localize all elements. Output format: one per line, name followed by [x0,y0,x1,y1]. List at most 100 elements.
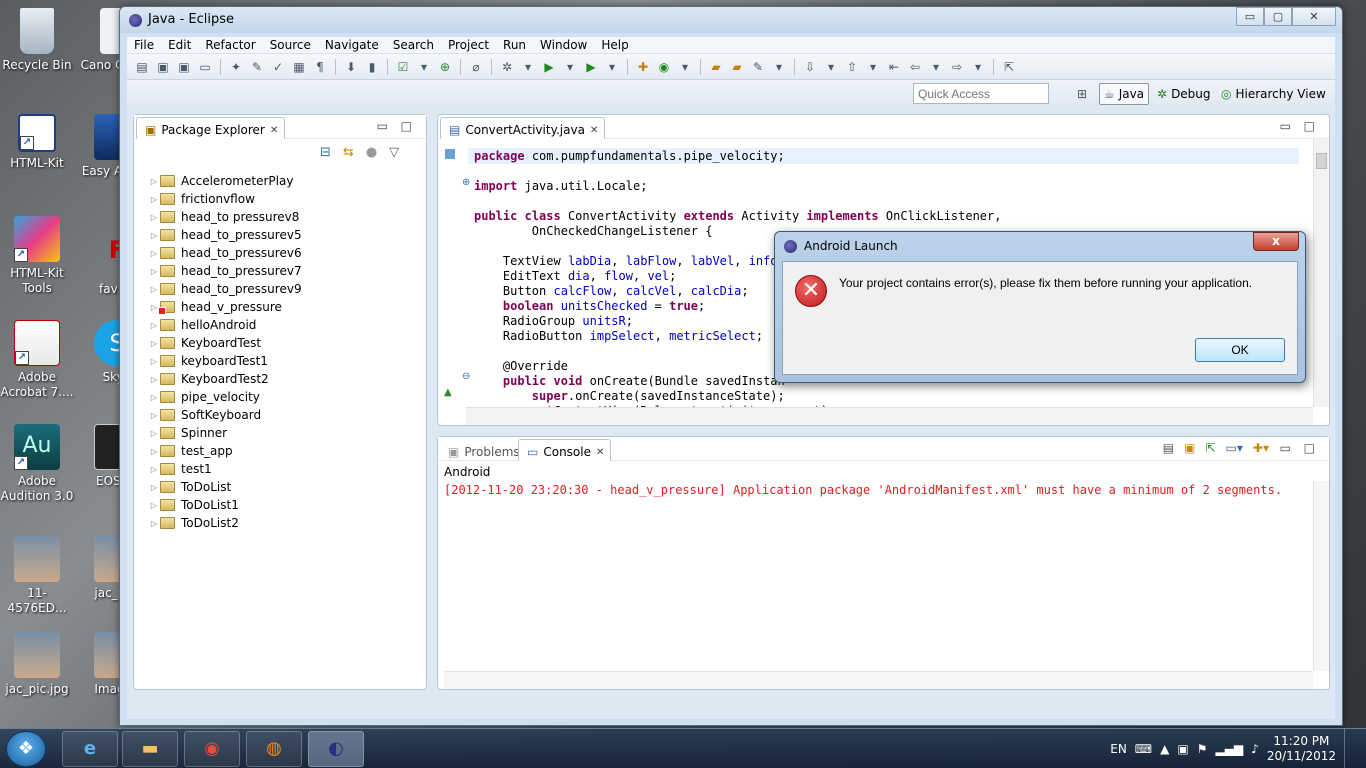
horizontal-scrollbar[interactable] [466,407,1313,425]
dropdown-icon[interactable]: ▾ [676,59,694,75]
expand-icon[interactable]: ⊕ [462,177,470,188]
tree-item-project[interactable]: ▷ helloAndroid [148,316,302,334]
new-package-icon[interactable]: ✚ [634,59,652,75]
expand-arrow-icon[interactable]: ▷ [148,177,160,186]
dropdown-icon[interactable]: ▾ [822,59,840,75]
tree-item-project[interactable]: ▷ head_v_pressure [148,298,302,316]
tab-problems[interactable]: ▣ Problems [440,439,526,461]
volume-icon[interactable]: ♪ [1251,742,1259,756]
quick-access-input[interactable] [913,83,1049,104]
tree-item-project[interactable]: ▷ ToDoList [148,478,302,496]
desktop-icon-html-kit-tools[interactable]: ↗ HTML-Kit Tools [0,216,74,296]
dropdown-icon[interactable]: ▾ [415,59,433,75]
code-line[interactable]: public class ConvertActivity extends Act… [474,209,1002,224]
close-button[interactable]: ✕ [1292,7,1336,26]
tree-item-project[interactable]: ▷ KeyboardTest2 [148,370,302,388]
desktop-icon-photo-2[interactable]: jac_pic- [80,536,120,601]
tree-item-project[interactable]: ▷ test1 [148,460,302,478]
new-icon[interactable]: ▤ [133,59,151,75]
desktop-icon-image1[interactable]: Image1 [80,632,120,697]
dropdown-icon[interactable]: ▾ [927,59,945,75]
close-tab-icon[interactable]: ✕ [596,447,604,458]
menu-file[interactable]: File [127,37,161,53]
open-type-icon[interactable]: ▰ [707,59,725,75]
tree-item-project[interactable]: ▷ head_to_pressurev7 [148,262,302,280]
save-icon[interactable]: ▣ [154,59,172,75]
android-avd-icon[interactable]: ✎ [248,59,266,75]
new-class-icon[interactable]: ⊕ [436,59,454,75]
clear-console-icon[interactable]: ▤ [1163,441,1174,455]
desktop-icon-recycle-bin[interactable]: Recycle Bin [0,8,74,73]
print-icon[interactable]: ▭ [196,59,214,75]
console-error-message[interactable]: [2012-11-20 23:20:30 - head_v_pressure] … [444,483,1282,497]
tree-item-project[interactable]: ▷ KeyboardTest [148,334,302,352]
expand-arrow-icon[interactable]: ▷ [148,231,160,240]
flag-icon[interactable]: ⚑ [1197,742,1208,756]
show-hidden-icons-icon[interactable]: ▲ [1160,742,1169,756]
device-icon[interactable]: ▣ [1177,742,1188,756]
perspective-hierarchy-view[interactable]: ◎ Hierarchy View [1217,83,1330,105]
language-indicator[interactable]: EN [1110,742,1127,756]
last-edit-icon[interactable]: ⇤ [885,59,903,75]
expand-arrow-icon[interactable]: ▷ [148,429,160,438]
expand-arrow-icon[interactable]: ▷ [148,375,160,384]
tree-item-project[interactable]: ▷ frictionvflow [148,190,302,208]
dialog-close-button[interactable]: x [1253,232,1299,251]
tree-item-project[interactable]: ▷ head_to_pressurev5 [148,226,302,244]
desktop-icon-html-kit[interactable]: ↗ HTML-Kit [0,114,74,171]
code-line[interactable]: package com.pumpfundamentals.pipe_veloci… [474,149,1002,164]
desktop-icon-favicon[interactable]: F favico [80,232,120,297]
menu-window[interactable]: Window [533,37,594,53]
save-all-icon[interactable]: ▣ [175,59,193,75]
tree-item-project[interactable]: ▷ AccelerometerPlay [148,172,302,190]
expand-arrow-icon[interactable]: ▷ [148,357,160,366]
debug-icon[interactable]: ✲ [498,59,516,75]
dropdown-icon[interactable]: ▾ [519,59,537,75]
task-icon[interactable]: ☑ [394,59,412,75]
android-sdk-icon[interactable]: ✦ [227,59,245,75]
expand-arrow-icon[interactable]: ▷ [148,411,160,420]
expand-arrow-icon[interactable]: ▷ [148,285,160,294]
menu-run[interactable]: Run [496,37,533,53]
tree-item-project[interactable]: ▷ Spinner [148,424,302,442]
open-perspective-icon[interactable]: ⊞ [1073,86,1091,102]
expand-arrow-icon[interactable]: ▷ [148,267,160,276]
minimize-button[interactable]: ▭ [1236,7,1264,26]
menu-edit[interactable]: Edit [161,37,198,53]
external-tools-icon[interactable]: ▶ [582,59,600,75]
code-line[interactable] [474,164,1002,179]
tab-convert-activity[interactable]: ▤ ConvertActivity.java ✕ [440,117,606,139]
vertical-scrollbar[interactable] [1313,139,1329,407]
tree-item-project[interactable]: ▷ keyboardTest1 [148,352,302,370]
ok-button[interactable]: OK [1195,338,1285,362]
maximize-button[interactable]: ▢ [1264,7,1292,26]
new-xml-icon[interactable]: ¶ [311,59,329,75]
taskbar-chrome[interactable]: ◉ [184,731,240,767]
focus-icon[interactable]: ● [366,145,377,160]
next-annotation-icon[interactable]: ⇩ [801,59,819,75]
taskbar-eclipse[interactable]: ◐ [308,731,364,767]
expand-arrow-icon[interactable]: ▷ [148,519,160,528]
link-with-editor-icon[interactable]: ⇆ [343,145,354,160]
view-menu-icon[interactable]: ▽ [389,145,399,160]
expand-arrow-icon[interactable]: ▷ [148,249,160,258]
open-folder-icon[interactable]: ▰ [728,59,746,75]
tree-item-project[interactable]: ▷ head_to_pressurev6 [148,244,302,262]
minimize-panel-icon[interactable]: ▭ [1280,441,1291,455]
close-tab-icon[interactable]: ✕ [590,125,598,136]
code-line[interactable]: import java.util.Locale; [474,179,1002,194]
pin-console-icon[interactable]: ⇱ [1205,441,1215,455]
desktop-icon-photo-1[interactable]: 11-4576ED... [0,536,74,616]
search-icon[interactable]: ✎ [749,59,767,75]
desktop-icon-skype[interactable]: S Skyp [80,320,120,385]
new-android-project-icon[interactable]: ▦ [290,59,308,75]
display-console-icon[interactable]: ▭▾ [1226,441,1243,455]
keyboard-icon[interactable]: ⌨ [1135,742,1152,756]
desktop-icon-canon[interactable]: Cano CanoS [80,8,120,73]
minimize-panel-icon[interactable]: ▭ [377,119,388,133]
expand-arrow-icon[interactable]: ▷ [148,213,160,222]
close-tab-icon[interactable]: ✕ [270,125,278,136]
horizontal-scrollbar[interactable] [444,671,1313,689]
dropdown-icon[interactable]: ▾ [969,59,987,75]
window-titlebar[interactable]: Java - Eclipse ▭ ▢ ✕ [120,7,1342,33]
